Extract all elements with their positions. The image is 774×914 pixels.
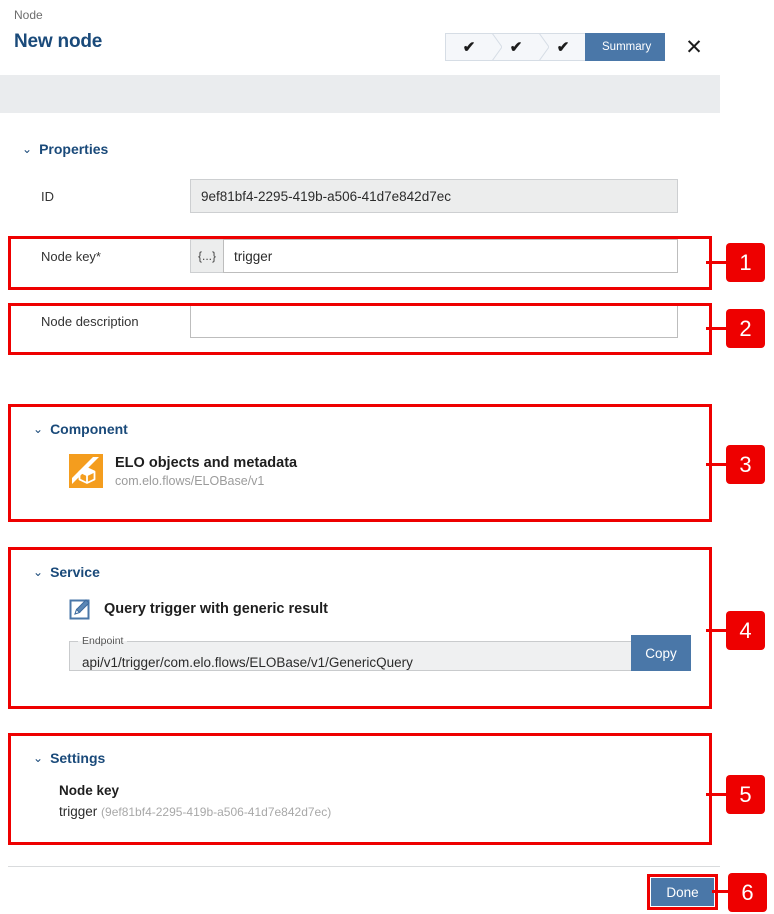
node-key-input-group: {...} trigger	[190, 239, 678, 273]
annotation-connector-3	[706, 463, 726, 466]
properties-section: ⌄ Properties ID 9ef81bf4-2295-419b-a506-…	[0, 113, 774, 213]
service-name: Query trigger with generic result	[104, 601, 328, 617]
id-input: 9ef81bf4-2295-419b-a506-41d7e842d7ec	[190, 179, 678, 213]
chevron-right-icon	[492, 33, 502, 61]
service-heading: Service	[50, 564, 100, 580]
window-header: Node New node ✔ ✔ ✔ Summary ✕	[0, 0, 774, 75]
component-text-block: ELO objects and metadata com.elo.flows/E…	[115, 454, 297, 488]
annotation-badge-1: 1	[726, 243, 765, 282]
settings-section-header[interactable]: ⌄ Settings	[33, 750, 709, 766]
annotation-connector-4	[706, 629, 726, 632]
component-section: ⌄ Component ELO objects and metadata com…	[8, 404, 712, 522]
chevron-down-icon: ⌄	[33, 751, 44, 765]
endpoint-field[interactable]: Endpoint api/v1/trigger/com.elo.flows/EL…	[69, 635, 631, 671]
annotation-connector-2	[706, 327, 726, 330]
component-identifier: com.elo.flows/ELOBase/v1	[115, 474, 265, 489]
settings-section: ⌄ Settings Node key trigger (9ef81bf4-22…	[8, 733, 712, 845]
properties-heading: Properties	[39, 141, 109, 157]
wizard-step-summary-label: Summary	[602, 41, 652, 53]
node-key-label: Node key*	[41, 248, 101, 264]
endpoint-value: api/v1/trigger/com.elo.flows/ELOBase/v1/…	[82, 655, 413, 670]
component-section-header[interactable]: ⌄ Component	[33, 421, 709, 437]
settings-node-key-value-row: trigger (9ef81bf4-2295-419b-a506-41d7e84…	[59, 804, 709, 819]
check-icon: ✔	[556, 38, 570, 56]
annotation-badge-4: 4	[726, 611, 765, 650]
id-field-row: ID 9ef81bf4-2295-419b-a506-41d7e842d7ec	[22, 179, 774, 213]
service-item[interactable]: Query trigger with generic result	[69, 598, 709, 620]
node-description-input[interactable]	[190, 304, 678, 338]
chevron-right-icon	[539, 33, 549, 61]
annotation-badge-2: 2	[726, 309, 765, 348]
query-trigger-icon	[69, 598, 91, 620]
id-label: ID	[41, 188, 54, 204]
service-section-header[interactable]: ⌄ Service	[33, 564, 709, 580]
settings-node-key-value: trigger	[59, 804, 98, 819]
annotation-connector-1	[706, 261, 726, 264]
chevron-down-icon: ⌄	[22, 142, 33, 156]
wizard-step-summary[interactable]: Summary	[585, 33, 666, 61]
wizard-step-1[interactable]: ✔	[445, 33, 502, 61]
annotation-badge-6: 6	[728, 873, 767, 912]
settings-node-key-uuid: (9ef81bf4-2295-419b-a506-41d7e842d7ec)	[101, 805, 332, 819]
chevron-down-icon: ⌄	[33, 422, 44, 436]
annotation-badge-3: 3	[726, 445, 765, 484]
settings-section-inner: ⌄ Settings Node key trigger (9ef81bf4-22…	[11, 736, 709, 819]
settings-heading: Settings	[50, 750, 106, 766]
endpoint-label: Endpoint	[82, 635, 124, 647]
node-key-field-row: Node key* {...} trigger	[22, 239, 678, 273]
annotation-badge-5: 5	[726, 775, 765, 814]
copy-button[interactable]: Copy	[631, 635, 691, 671]
settings-node-key-label: Node key	[59, 783, 120, 798]
check-icon: ✔	[509, 38, 523, 56]
wizard-steps: ✔ ✔ ✔ Summary	[445, 33, 666, 61]
toolbar-band	[0, 75, 720, 113]
close-icon[interactable]: ✕	[680, 33, 708, 61]
main-content: ⌄ Properties ID 9ef81bf4-2295-419b-a506-…	[0, 113, 774, 338]
component-item[interactable]: ELO objects and metadata com.elo.flows/E…	[69, 454, 709, 488]
component-section-inner: ⌄ Component ELO objects and metadata com…	[11, 407, 709, 488]
component-name: ELO objects and metadata	[115, 455, 298, 471]
footer-divider	[8, 866, 720, 867]
check-icon: ✔	[462, 38, 476, 56]
expression-button[interactable]: {...}	[190, 239, 223, 273]
properties-section-header[interactable]: ⌄ Properties	[22, 141, 774, 157]
chevron-right-icon	[586, 33, 596, 61]
endpoint-group: Endpoint api/v1/trigger/com.elo.flows/EL…	[69, 635, 691, 671]
breadcrumb: Node	[14, 8, 43, 22]
node-key-input[interactable]: trigger	[223, 239, 678, 273]
page-title: New node	[14, 31, 103, 52]
node-description-label: Node description	[41, 313, 139, 329]
chevron-down-icon: ⌄	[33, 565, 44, 579]
annotation-connector-5	[706, 793, 726, 796]
service-section: ⌄ Service Query trigger with generic res…	[8, 547, 712, 709]
elo-objects-icon	[69, 454, 103, 489]
node-description-field-row: Node description	[22, 304, 678, 338]
component-heading: Component	[50, 421, 128, 437]
done-button[interactable]: Done	[651, 878, 714, 906]
service-section-inner: ⌄ Service Query trigger with generic res…	[11, 550, 709, 671]
